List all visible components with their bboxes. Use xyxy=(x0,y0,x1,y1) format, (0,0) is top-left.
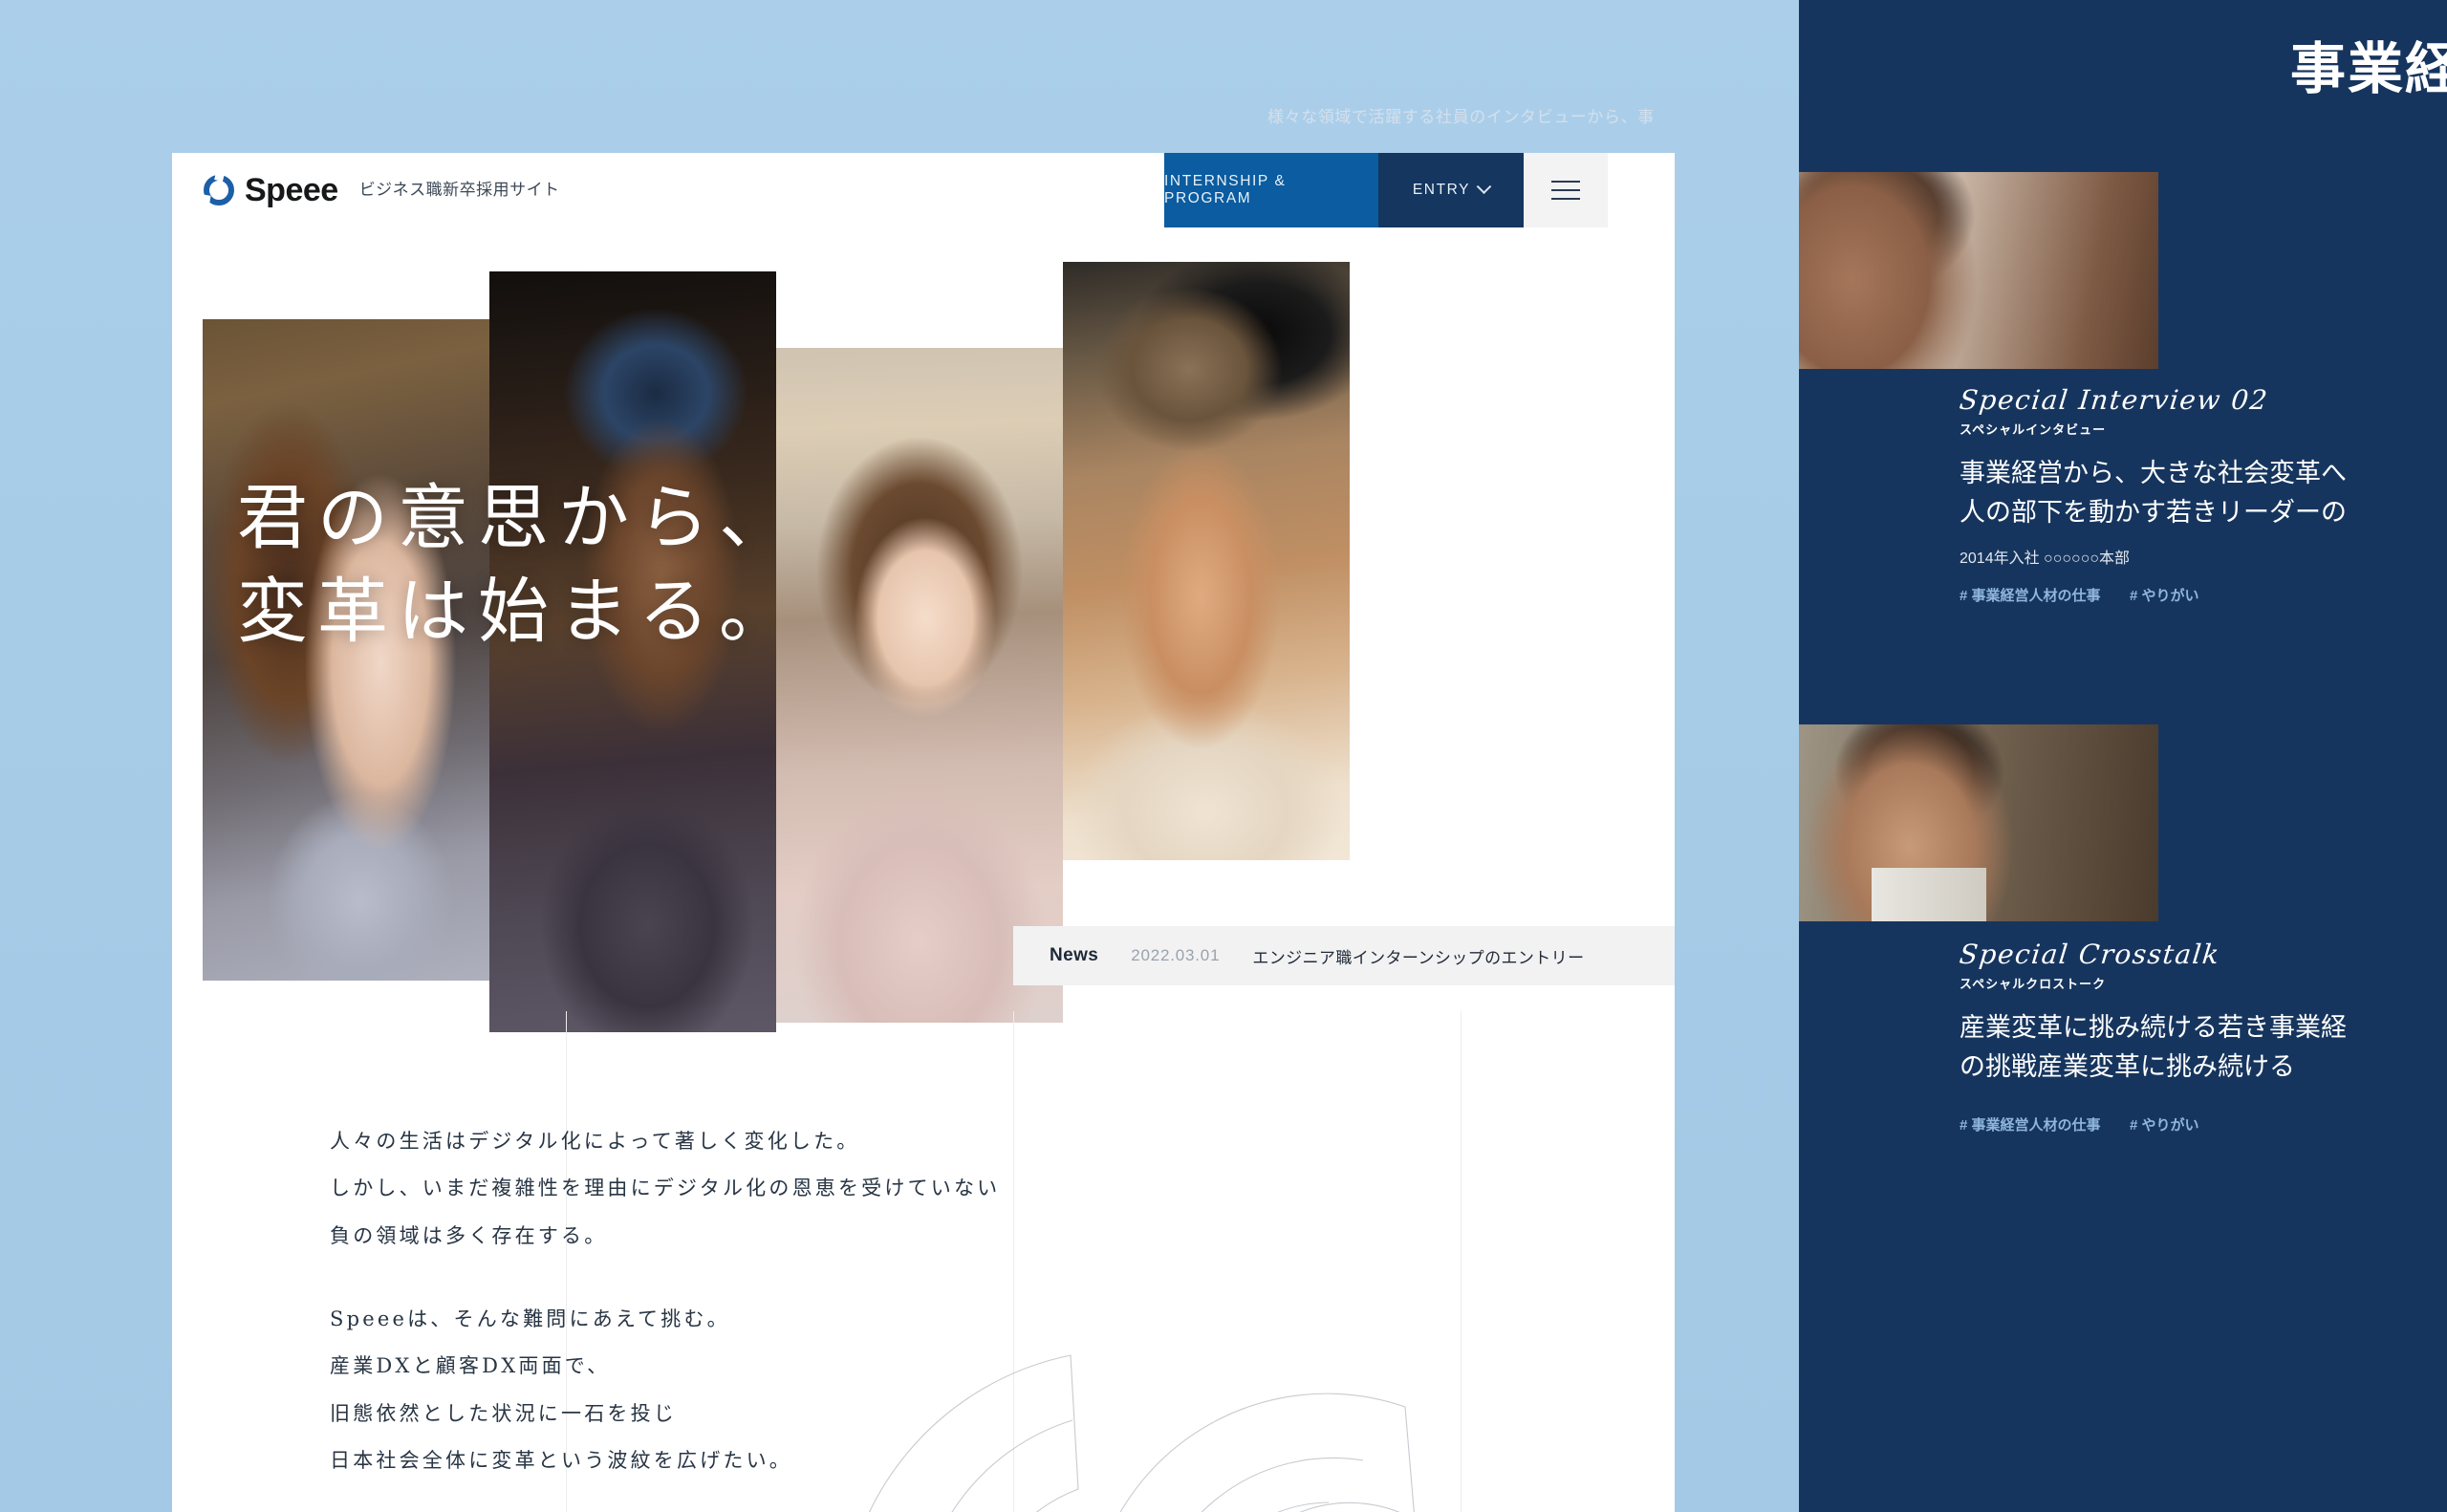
recruit-site-window: Speee ビジネス職新卒採用サイト INTERNSHIP & PROGRAM … xyxy=(172,153,1675,1512)
tag-item[interactable]: # 事業経営人材の仕事 xyxy=(1960,1117,2101,1134)
tag-item[interactable]: # 事業経営人材の仕事 xyxy=(1960,588,2101,604)
hero-headline-line2: 変革は始まる。 xyxy=(237,570,799,653)
interview-script-subtitle: スペシャルインタビュー xyxy=(1960,422,2107,437)
copy-line: 日本社会全体に変革という波紋を広げたい。 xyxy=(330,1449,792,1473)
intro-copy: 人々の生活はデジタル化によって著しく変化した。 しかし、いまだ複雑性を理由にデジ… xyxy=(330,1118,1000,1484)
interview-script-title: Special Interview 02 xyxy=(1958,384,2270,416)
logo-wordmark: Speee xyxy=(245,172,338,208)
site-tagline: ビジネス職新卒採用サイト xyxy=(358,181,560,199)
speee-ring-logo-icon xyxy=(201,172,235,206)
interview-section-panel: 事業経 Special Interview 02 スペシャルインタビュー 事業経… xyxy=(1799,0,2447,1512)
copy-line: しかし、いまだ複雑性を理由にデジタル化の恩恵を受けていない xyxy=(330,1177,1001,1200)
news-date: 2022.03.01 xyxy=(1131,946,1221,964)
interview-card-1[interactable]: Special Interview 02 スペシャルインタビュー 事業経営から、… xyxy=(1958,384,2347,605)
crosstalk-tags: # 事業経営人材の仕事 # やりがい xyxy=(1960,1114,2347,1134)
hero-photo-man-right[interactable] xyxy=(1063,262,1350,860)
crosstalk-photo-striped-shirt-man[interactable] xyxy=(1799,724,2158,921)
hamburger-menu-icon[interactable] xyxy=(1524,153,1608,227)
tag-item[interactable]: # やりがい xyxy=(2130,588,2199,604)
burger-line xyxy=(1551,198,1580,200)
tag-item[interactable]: # やりがい xyxy=(2130,1117,2199,1134)
copy-line: 負の領域は多く存在する。 xyxy=(330,1223,608,1247)
screenshot-root: 事業経 Special Interview 02 スペシャルインタビュー 事業経… xyxy=(0,0,2447,1512)
interview-tags: # 事業経営人材の仕事 # やりがい xyxy=(1960,585,2347,605)
nav-internship-label: INTERNSHIP & PROGRAM xyxy=(1164,173,1287,206)
hero-section: 君の意思から、 変革は始まる。 xyxy=(172,227,1675,1032)
hero-headline-line1: 君の意思から、 xyxy=(237,477,799,559)
copy-line: 産業DXと顧客DX両面で、 xyxy=(330,1354,611,1378)
crosstalk-script-title: Special Crosstalk xyxy=(1958,939,2222,970)
section-subtitle: 様々な領域で活躍する社員のインタビューから、事 xyxy=(1267,108,1655,126)
copy-spacer xyxy=(330,1260,1000,1296)
news-bar[interactable]: News 2022.03.01 エンジニア職インターンシップのエントリー xyxy=(1013,926,1675,985)
nav-entry-button[interactable]: ENTRY xyxy=(1378,153,1524,227)
copy-line: 旧態依然とした状況に一石を投じ xyxy=(330,1401,677,1425)
crosstalk-script-subtitle: スペシャルクロストーク xyxy=(1960,977,2107,991)
burger-line xyxy=(1551,189,1580,191)
interview-meta: 2014年入社 ○○○○○○本部 xyxy=(1960,551,2131,568)
hero-headline: 君の意思から、 変革は始まる。 xyxy=(237,472,799,659)
section-title: 事業経 xyxy=(2289,38,2447,100)
site-header: Speee ビジネス職新卒採用サイト INTERNSHIP & PROGRAM … xyxy=(172,153,1675,227)
crosstalk-card-2[interactable]: Special Crosstalk スペシャルクロストーク 産業変革に挑み続ける… xyxy=(1958,939,2347,1134)
news-label: News xyxy=(1050,945,1099,965)
crosstalk-heading-line2: の挑戦産業変革に挑み続ける xyxy=(1960,1052,2295,1082)
copy-line: 人々の生活はデジタル化によって著しく変化した。 xyxy=(330,1130,860,1153)
interview-photo-whiteboard-man[interactable] xyxy=(1799,172,2158,369)
nav-entry-label: ENTRY xyxy=(1412,182,1471,198)
interview-heading-line2: 人の部下を動かす若きリーダーの xyxy=(1960,498,2347,528)
burger-line xyxy=(1551,181,1580,183)
chevron-down-icon xyxy=(1476,178,1492,194)
hero-photo-woman-bob[interactable] xyxy=(776,348,1063,1023)
crosstalk-heading-line1: 産業変革に挑み続ける若き事業経 xyxy=(1960,1013,2347,1042)
nav-internship-program-button[interactable]: INTERNSHIP & PROGRAM xyxy=(1164,153,1378,227)
copy-line: Speeeは、そんな難問にあえて挑む。 xyxy=(330,1307,730,1331)
site-logo[interactable]: Speee ビジネス職新卒採用サイト xyxy=(201,172,560,208)
news-headline: エンジニア職インターンシップのエントリー xyxy=(1252,948,1585,967)
interview-heading-line1: 事業経営から、大きな社会変革へ xyxy=(1960,459,2347,487)
